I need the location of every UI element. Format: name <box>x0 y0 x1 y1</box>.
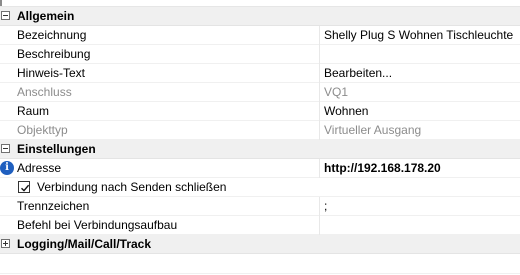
category-label: Allgemein <box>17 9 75 23</box>
property-value: Virtueller Ausgang <box>324 122 422 137</box>
column-divider <box>319 216 320 235</box>
column-divider <box>319 83 320 102</box>
property-value: VQ1 <box>324 84 349 99</box>
property-value[interactable]: Bearbeiten... <box>324 64 520 83</box>
property-value[interactable]: http://192.168.178.20 <box>324 159 520 178</box>
property-row-befehl[interactable]: Befehl bei Verbindungsaufbau <box>0 216 520 235</box>
property-row-trennzeichen[interactable]: Trennzeichen ; <box>0 197 520 216</box>
property-value[interactable] <box>324 216 520 235</box>
resize-tick <box>0 0 2 6</box>
property-value[interactable] <box>324 45 520 64</box>
empty-row <box>0 254 520 274</box>
property-row-hinweis[interactable]: Hinweis-Text Bearbeiten... <box>0 64 520 83</box>
property-row-raum[interactable]: Raum Wohnen <box>0 102 520 121</box>
verbindung-checkbox[interactable] <box>18 181 30 193</box>
column-divider <box>319 64 320 83</box>
column-divider <box>319 45 320 64</box>
property-row-objekttyp[interactable]: Objekttyp Virtueller Ausgang <box>0 121 520 140</box>
property-row-beschreibung[interactable]: Beschreibung <box>0 45 520 64</box>
checkmark-icon <box>21 184 30 192</box>
top-strip <box>0 0 520 7</box>
category-logging[interactable]: Logging/Mail/Call/Track <box>0 235 520 254</box>
property-name: Befehl bei Verbindungsaufbau <box>17 217 178 232</box>
property-grid: Allgemein Bezeichnung Shelly Plug S Wohn… <box>0 0 520 275</box>
expand-box-icon[interactable] <box>1 239 10 248</box>
property-name: Raum <box>17 103 50 118</box>
property-row-bezeichnung[interactable]: Bezeichnung Shelly Plug S Wohnen Tischle… <box>0 26 520 45</box>
property-name: Adresse <box>17 160 62 175</box>
property-value[interactable]: ; <box>324 197 520 216</box>
property-name: Objekttyp <box>17 122 68 137</box>
property-name: Bezeichnung <box>17 27 87 42</box>
property-name: Hinweis-Text <box>17 65 86 80</box>
property-row-verbindung[interactable]: Verbindung nach Senden schließen <box>0 178 520 197</box>
property-value[interactable]: Wohnen <box>324 102 520 121</box>
property-value[interactable]: Shelly Plug S Wohnen Tischleuchte <box>324 26 520 45</box>
column-divider <box>319 26 320 45</box>
category-label: Einstellungen <box>17 142 96 156</box>
property-row-adresse[interactable]: i Adresse http://192.168.178.20 <box>0 159 520 178</box>
checkbox-label: Verbindung nach Senden schließen <box>37 179 227 194</box>
category-einstellungen[interactable]: Einstellungen <box>0 140 520 159</box>
property-row-anschluss[interactable]: Anschluss VQ1 <box>0 83 520 102</box>
column-divider <box>319 121 320 140</box>
property-name: Beschreibung <box>17 46 91 61</box>
collapse-box-icon[interactable] <box>1 144 10 153</box>
column-divider <box>319 197 320 216</box>
category-allgemein[interactable]: Allgemein <box>0 7 520 26</box>
category-label: Logging/Mail/Call/Track <box>17 237 152 251</box>
collapse-box-icon[interactable] <box>1 11 10 20</box>
property-name: Trennzeichen <box>17 198 90 213</box>
column-divider <box>319 102 320 121</box>
property-name: Anschluss <box>17 84 72 99</box>
info-icon: i <box>0 161 14 175</box>
column-divider <box>319 159 320 178</box>
